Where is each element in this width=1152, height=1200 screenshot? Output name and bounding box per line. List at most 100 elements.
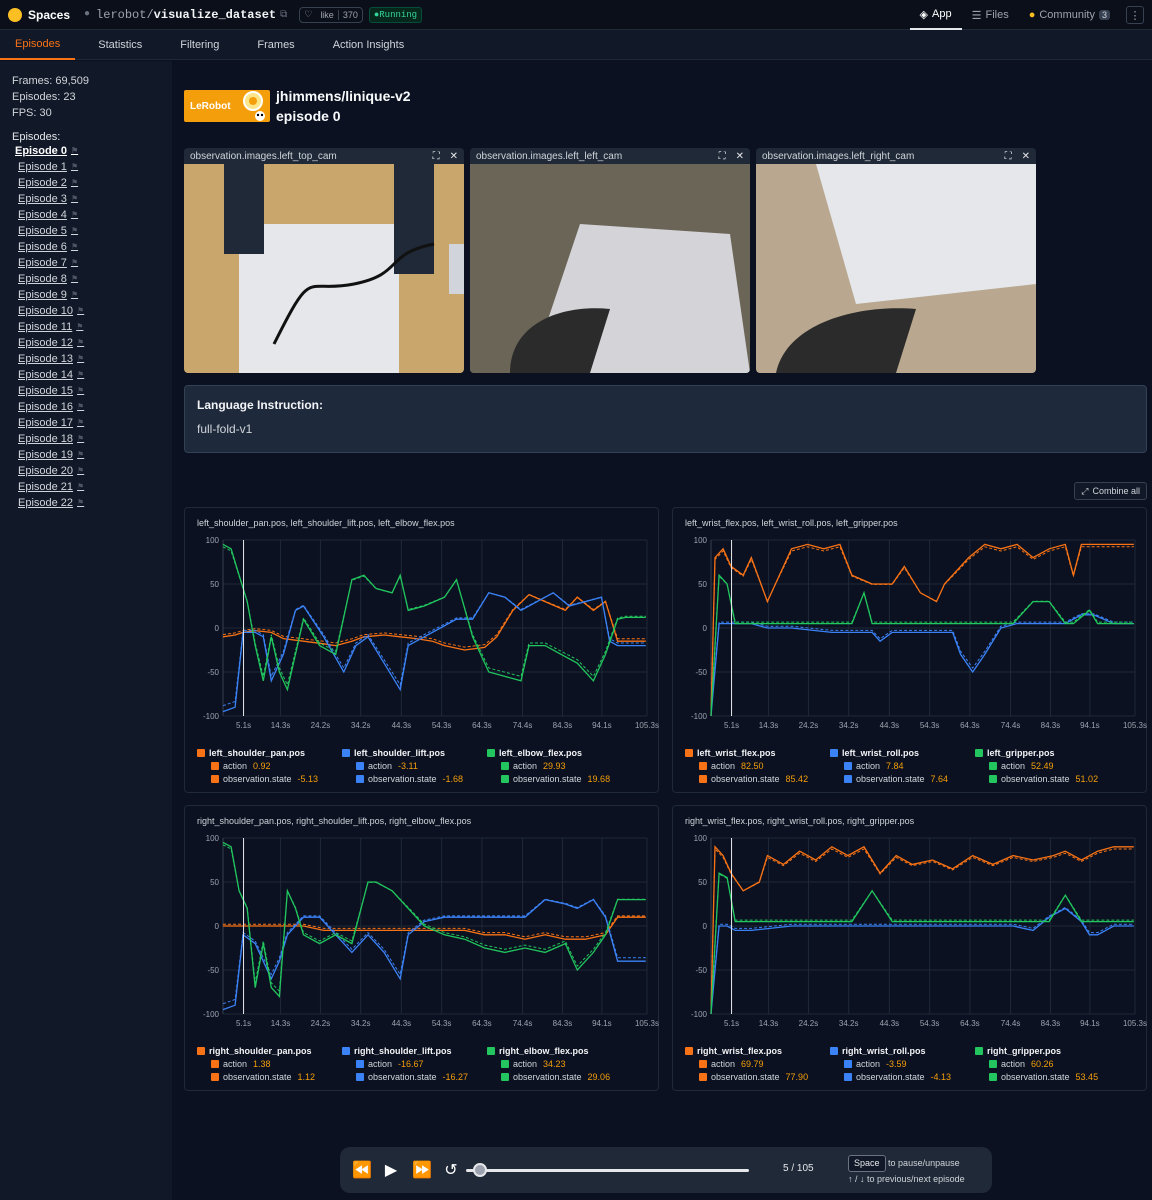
flag-icon[interactable]: ⚑: [71, 287, 78, 303]
checkbox-icon[interactable]: [211, 1059, 219, 1068]
checkbox-icon[interactable]: [844, 1059, 852, 1068]
more-menu-icon[interactable]: ⋮: [1126, 6, 1144, 24]
flag-icon[interactable]: ⚑: [71, 159, 78, 175]
flag-icon[interactable]: ⚑: [71, 143, 78, 159]
checkbox-icon[interactable]: [844, 761, 852, 770]
checkbox-icon[interactable]: [699, 1072, 707, 1081]
checkbox-icon[interactable]: [487, 748, 495, 757]
replay-icon[interactable]: ↺: [442, 1160, 460, 1180]
legend-row[interactable]: observation.state -1.68: [342, 772, 487, 785]
episode-link[interactable]: Episode 22 ⚑: [12, 495, 160, 511]
legend-row[interactable]: action 52.49: [975, 759, 1120, 772]
line-chart[interactable]: 100 50 0 -50 -100 5.1s 14.3s 24.2s 34.2s 44.3s 54.…: [673, 806, 1148, 1036]
legend-row[interactable]: right_elbow_flex.pos: [487, 1044, 632, 1057]
fast-forward-icon[interactable]: ⏩: [412, 1160, 432, 1180]
checkbox-icon[interactable]: [356, 761, 364, 770]
flag-icon[interactable]: ⚑: [77, 303, 84, 319]
flag-icon[interactable]: ⚑: [77, 447, 84, 463]
legend-row[interactable]: action 0.92: [197, 759, 342, 772]
flag-icon[interactable]: ⚑: [71, 175, 78, 191]
repo-name[interactable]: visualize_dataset: [154, 8, 276, 22]
flag-icon[interactable]: ⚑: [76, 319, 83, 335]
flag-icon[interactable]: ⚑: [77, 367, 84, 383]
flag-icon[interactable]: ⚑: [77, 351, 84, 367]
flag-icon[interactable]: ⚑: [71, 239, 78, 255]
checkbox-icon[interactable]: [975, 748, 983, 757]
episode-link[interactable]: Episode 8 ⚑: [12, 271, 160, 287]
flag-icon[interactable]: ⚑: [77, 479, 84, 495]
episode-link[interactable]: Episode 2 ⚑: [12, 175, 160, 191]
checkbox-icon[interactable]: [211, 761, 219, 770]
checkbox-icon[interactable]: [342, 1046, 350, 1055]
checkbox-icon[interactable]: [356, 1072, 364, 1081]
flag-icon[interactable]: ⚑: [77, 495, 84, 511]
fullscreen-icon[interactable]: ⛶: [433, 151, 440, 162]
episode-link[interactable]: Episode 3 ⚑: [12, 191, 160, 207]
episode-link[interactable]: Episode 10 ⚑: [12, 303, 160, 319]
legend-row[interactable]: left_wrist_flex.pos: [685, 746, 830, 759]
flag-icon[interactable]: ⚑: [71, 223, 78, 239]
legend-row[interactable]: observation.state 77.90: [685, 1070, 830, 1083]
episode-link[interactable]: Episode 9 ⚑: [12, 287, 160, 303]
legend-row[interactable]: observation.state -5.13: [197, 772, 342, 785]
tab-frames[interactable]: Frames: [242, 30, 309, 60]
legend-row[interactable]: observation.state 19.68: [487, 772, 632, 785]
flag-icon[interactable]: ⚑: [71, 271, 78, 287]
spaces-link[interactable]: Spaces: [28, 8, 70, 22]
fullscreen-icon[interactable]: ⛶: [1005, 151, 1012, 162]
legend-row[interactable]: observation.state -4.13: [830, 1070, 975, 1083]
tab-action-insights[interactable]: Action Insights: [318, 30, 420, 60]
checkbox-icon[interactable]: [501, 774, 509, 783]
flag-icon[interactable]: ⚑: [77, 335, 84, 351]
checkbox-icon[interactable]: [699, 1059, 707, 1068]
nav-app[interactable]: ◈ App: [909, 0, 962, 30]
checkbox-icon[interactable]: [989, 761, 997, 770]
legend-row[interactable]: action 69.79: [685, 1057, 830, 1070]
legend-row[interactable]: action -16.67: [342, 1057, 487, 1070]
checkbox-icon[interactable]: [830, 748, 838, 757]
checkbox-icon[interactable]: [844, 774, 852, 783]
legend-row[interactable]: observation.state 53.45: [975, 1070, 1120, 1083]
legend-row[interactable]: right_shoulder_lift.pos: [342, 1044, 487, 1057]
legend-row[interactable]: observation.state 29.06: [487, 1070, 632, 1083]
checkbox-icon[interactable]: [197, 1046, 205, 1055]
checkbox-icon[interactable]: [342, 748, 350, 757]
flag-icon[interactable]: ⚑: [71, 255, 78, 271]
progress-knob[interactable]: [472, 1163, 487, 1177]
legend-row[interactable]: left_gripper.pos: [975, 746, 1120, 759]
episode-link[interactable]: Episode 11 ⚑: [12, 319, 160, 335]
legend-row[interactable]: action 29.93: [487, 759, 632, 772]
legend-row[interactable]: action 60.26: [975, 1057, 1120, 1070]
nav-community[interactable]: ● Community 3: [1019, 0, 1120, 30]
checkbox-icon[interactable]: [356, 1059, 364, 1068]
legend-row[interactable]: action 7.84: [830, 759, 975, 772]
episode-link[interactable]: Episode 6 ⚑: [12, 239, 160, 255]
legend-row[interactable]: right_wrist_flex.pos: [685, 1044, 830, 1057]
checkbox-icon[interactable]: [844, 1072, 852, 1081]
legend-row[interactable]: observation.state 7.64: [830, 772, 975, 785]
checkbox-icon[interactable]: [989, 1059, 997, 1068]
episode-link[interactable]: Episode 0 ⚑: [12, 143, 160, 159]
legend-row[interactable]: observation.state 51.02: [975, 772, 1120, 785]
close-icon[interactable]: ✕: [736, 151, 744, 162]
episode-link[interactable]: Episode 14 ⚑: [12, 367, 160, 383]
flag-icon[interactable]: ⚑: [77, 399, 84, 415]
checkbox-icon[interactable]: [685, 1046, 693, 1055]
legend-row[interactable]: action 1.38: [197, 1057, 342, 1070]
legend-row[interactable]: action -3.59: [830, 1057, 975, 1070]
combine-all-button[interactable]: ⤢ Combine all: [1074, 482, 1147, 500]
play-icon[interactable]: ▶: [382, 1160, 400, 1180]
legend-row[interactable]: right_gripper.pos: [975, 1044, 1120, 1057]
legend-row[interactable]: left_shoulder_pan.pos: [197, 746, 342, 759]
episode-link[interactable]: Episode 12 ⚑: [12, 335, 160, 351]
checkbox-icon[interactable]: [830, 1046, 838, 1055]
episode-link[interactable]: Episode 17 ⚑: [12, 415, 160, 431]
episode-link[interactable]: Episode 7 ⚑: [12, 255, 160, 271]
legend-row[interactable]: action 82.50: [685, 759, 830, 772]
checkbox-icon[interactable]: [989, 1072, 997, 1081]
checkbox-icon[interactable]: [487, 1046, 495, 1055]
like-button[interactable]: ♡ like 370: [299, 6, 363, 23]
episode-link[interactable]: Episode 19 ⚑: [12, 447, 160, 463]
nav-files[interactable]: ☰ Files: [962, 0, 1019, 30]
flag-icon[interactable]: ⚑: [77, 463, 84, 479]
